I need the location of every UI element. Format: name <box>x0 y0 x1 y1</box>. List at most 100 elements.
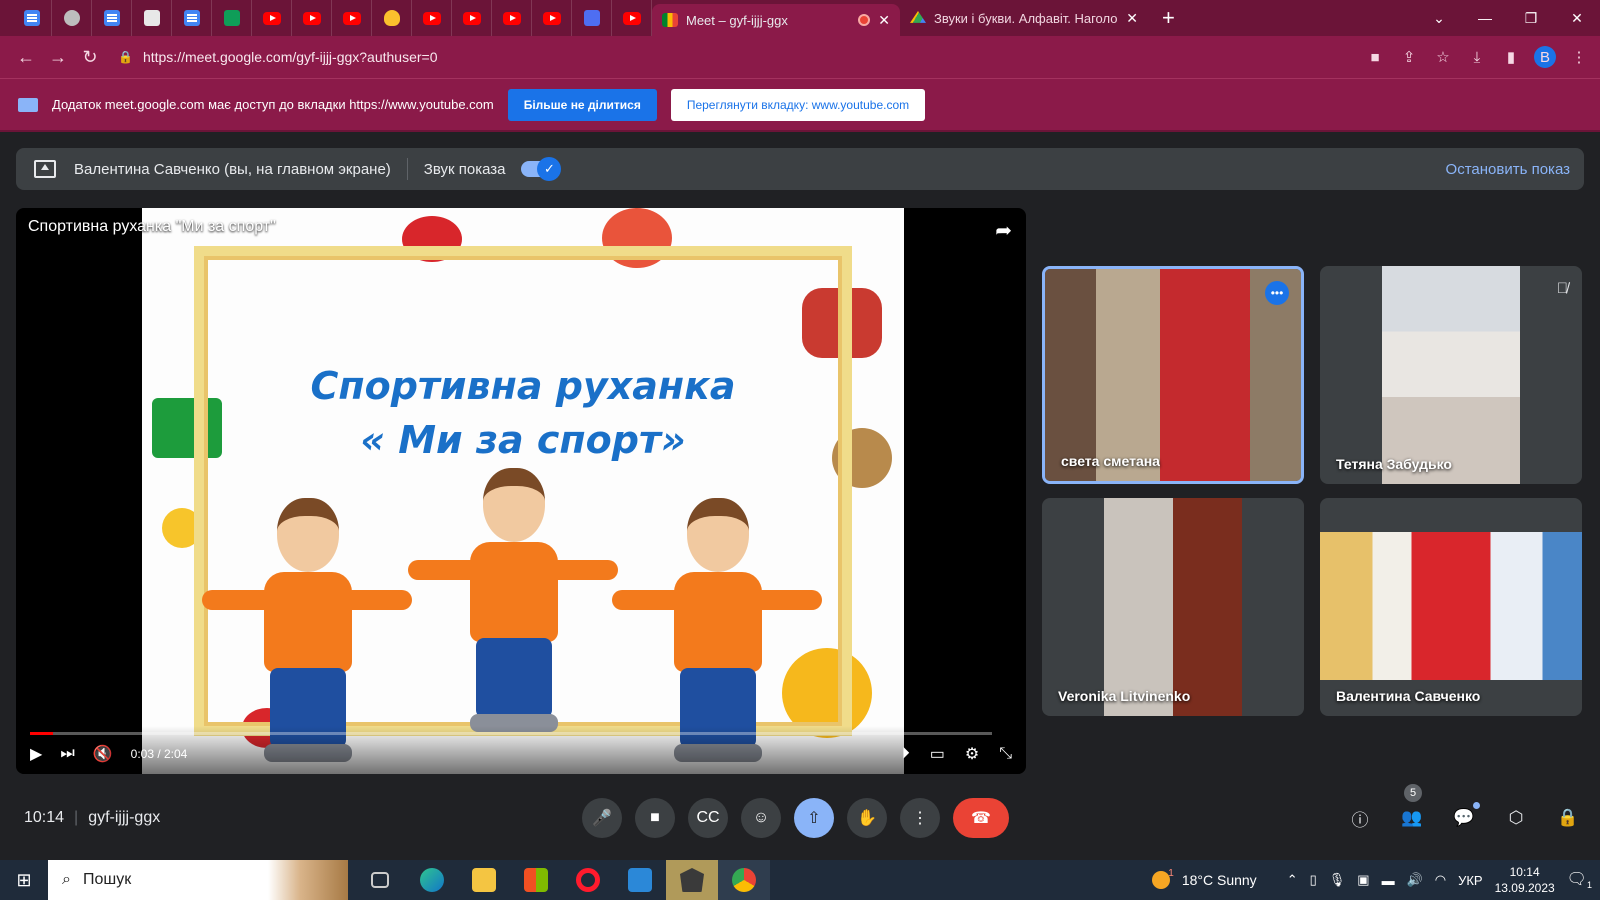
next-icon[interactable]: ⏭ <box>60 745 74 763</box>
side-panel-icon[interactable]: ▮ <box>1500 48 1522 66</box>
pinned-tab[interactable] <box>492 0 532 36</box>
notification-center-icon[interactable]: 🗨1 <box>1567 869 1592 890</box>
mute-icon[interactable]: 🔇 <box>93 744 113 764</box>
leave-call-button[interactable]: ☎ <box>953 798 1009 838</box>
more-options-icon[interactable]: ••• <box>1265 281 1289 305</box>
autoplay-toggle[interactable]: ⏵ <box>902 745 910 763</box>
menu-icon[interactable]: ⋮ <box>1568 48 1590 66</box>
mail-icon[interactable] <box>614 860 666 900</box>
pinned-tab[interactable] <box>212 0 252 36</box>
host-controls-icon[interactable]: 🔒 <box>1556 806 1580 830</box>
pinned-tab[interactable] <box>532 0 572 36</box>
pinned-tab[interactable] <box>292 0 332 36</box>
battery-icon[interactable]: ▬ <box>1382 873 1395 888</box>
network-share-icon[interactable]: ▣ <box>1357 872 1369 888</box>
lock-icon[interactable]: 🔒 <box>118 50 133 64</box>
meeting-info: 10:14 | gyf-ijjj-ggx <box>24 809 161 826</box>
progress-bar[interactable] <box>30 732 992 735</box>
pinned-tab[interactable] <box>612 0 652 36</box>
clock-date: 13.09.2023 <box>1494 881 1555 895</box>
participant-tile[interactable]: 🎙̸ Тетяна Забудько <box>1320 266 1582 484</box>
present-now-button[interactable]: ⇧ <box>794 798 834 838</box>
language-indicator[interactable]: УКР <box>1458 873 1483 888</box>
pinned-tab[interactable] <box>572 0 612 36</box>
camera-in-use-icon[interactable]: ■ <box>1364 49 1386 66</box>
download-icon[interactable]: ⤓ <box>1466 49 1488 66</box>
profile-avatar[interactable]: В <box>1534 46 1556 68</box>
task-view-icon[interactable] <box>354 860 406 900</box>
meeting-details-icon[interactable]: ⓘ <box>1348 806 1372 830</box>
bookmark-star-icon[interactable]: ☆ <box>1432 48 1454 66</box>
activities-icon[interactable]: ⬡ <box>1504 806 1528 830</box>
game-icon[interactable] <box>666 860 718 900</box>
tab-drive[interactable]: Звуки і букви. Алфавіт. Наголо ✕ <box>900 0 1148 36</box>
close-window-button[interactable]: ✕ <box>1554 10 1600 27</box>
bulb-icon <box>383 10 400 26</box>
view-tab-button[interactable]: Переглянути вкладку: www.youtube.com <box>670 88 926 121</box>
microphone-button[interactable]: 🎤 <box>582 798 622 838</box>
captions-button[interactable]: CC <box>688 798 728 838</box>
slide-title-line2: « Ми за спорт» <box>360 418 686 462</box>
wifi-icon[interactable]: ◠ <box>1435 872 1446 888</box>
close-tab-icon[interactable]: ✕ <box>878 12 890 29</box>
stop-sharing-button[interactable]: Більше не ділитися <box>507 88 657 121</box>
edge-icon[interactable] <box>406 860 458 900</box>
raise-hand-button[interactable]: ✋ <box>847 798 887 838</box>
video-title[interactable]: Спортивна руханка "Ми за спорт" <box>28 218 276 236</box>
restore-button[interactable]: ❐ <box>1508 10 1554 27</box>
minimize-button[interactable]: — <box>1462 10 1508 26</box>
file-explorer-icon[interactable] <box>458 860 510 900</box>
pinned-tab[interactable] <box>252 0 292 36</box>
pinned-tab[interactable] <box>332 0 372 36</box>
tab-meet[interactable]: Meet – gyf-ijjj-ggx ✕ <box>652 4 900 36</box>
taskbar-clock[interactable]: 10:14 13.09.2023 <box>1495 864 1555 896</box>
windows-start-icon[interactable]: ⊞ <box>0 860 48 900</box>
new-tab-button[interactable]: + <box>1162 5 1175 31</box>
participant-name: Валентина Савченко <box>1336 688 1481 704</box>
stop-presenting-button[interactable]: Остановить показ <box>1446 161 1570 178</box>
pinned-tab[interactable] <box>132 0 172 36</box>
opera-icon[interactable] <box>562 860 614 900</box>
close-tab-icon[interactable]: ✕ <box>1126 10 1138 27</box>
chat-icon[interactable]: 💬 <box>1452 802 1480 830</box>
subtitles-icon[interactable]: ▭ <box>930 744 945 764</box>
share-arrow-icon[interactable]: ➦ <box>995 218 1012 243</box>
exit-fullscreen-icon[interactable]: ⤡ <box>999 745 1012 763</box>
emoji-button[interactable]: ☺ <box>741 798 781 838</box>
participant-video <box>1320 532 1582 680</box>
pinned-tab[interactable] <box>372 0 412 36</box>
more-options-button[interactable]: ⋮ <box>900 798 940 838</box>
pinned-tab[interactable] <box>12 0 52 36</box>
mic-tray-icon[interactable]: 🎙 <box>1329 872 1346 888</box>
chevron-up-icon[interactable]: ⌃ <box>1287 872 1298 888</box>
settings-gear-icon[interactable]: ⚙ <box>965 744 979 764</box>
participant-tile[interactable]: Валентина Савченко <box>1320 498 1582 716</box>
weather-widget[interactable]: 1 18°C Sunny <box>1152 868 1257 889</box>
back-button[interactable]: ← <box>10 41 42 73</box>
participant-tile[interactable]: ••• света сметана <box>1042 266 1304 484</box>
shared-video[interactable]: Спортивна руханка « Ми за спорт» Спортив… <box>16 208 1026 774</box>
taskbar-search[interactable]: ⌕ Пошук <box>48 860 348 900</box>
url-text[interactable]: https://meet.google.com/gyf-ijjj-ggx?aut… <box>143 49 438 65</box>
store-icon[interactable] <box>510 860 562 900</box>
phone-link-icon[interactable]: ▯ <box>1310 872 1317 888</box>
chrome-icon[interactable] <box>718 860 770 900</box>
pinned-tab[interactable] <box>92 0 132 36</box>
address-bar[interactable]: 🔒 https://meet.google.com/gyf-ijjj-ggx?a… <box>118 41 1318 73</box>
camera-button[interactable]: ■ <box>635 798 675 838</box>
toolbar-actions: ■ ⇪ ☆ ⤓ ▮ В ⋮ <box>1364 36 1590 78</box>
pinned-tab[interactable] <box>412 0 452 36</box>
forward-button[interactable]: → <box>42 41 74 73</box>
pinned-tab[interactable] <box>172 0 212 36</box>
youtube-icon <box>262 11 281 25</box>
share-audio-toggle[interactable]: ✓ <box>521 157 562 181</box>
tab-search-icon[interactable]: ⌄ <box>1416 10 1462 27</box>
participant-tile[interactable]: Veronika Litvinenko <box>1042 498 1304 716</box>
share-icon[interactable]: ⇪ <box>1398 48 1420 66</box>
pinned-tab[interactable] <box>452 0 492 36</box>
people-icon[interactable]: 👥 5 <box>1400 784 1424 830</box>
volume-icon[interactable]: 🔊 <box>1407 872 1423 888</box>
play-icon[interactable]: ▶ <box>30 744 42 764</box>
reload-button[interactable]: ↻ <box>74 41 106 73</box>
pinned-tab[interactable] <box>52 0 92 36</box>
